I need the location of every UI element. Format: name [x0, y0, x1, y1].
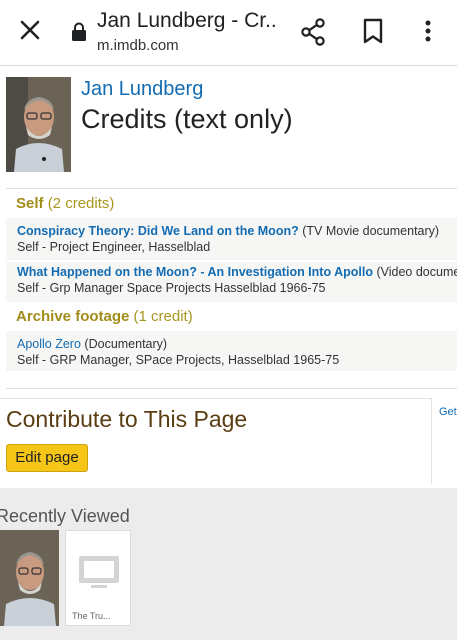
- recently-viewed-heading: Recently Viewed: [0, 506, 130, 526]
- divider: [6, 388, 457, 389]
- divider: [6, 188, 457, 189]
- credit-count: (2 credits): [47, 195, 115, 212]
- side-panel: Getting Started: [431, 398, 457, 484]
- getting-started-link[interactable]: Getting Started: [439, 406, 457, 418]
- credit-title-link[interactable]: Apollo Zero: [17, 337, 81, 351]
- close-icon[interactable]: [16, 16, 44, 44]
- edit-page-button[interactable]: Edit page: [6, 444, 88, 472]
- tab-title: Jan Lundberg - Cr...: [97, 9, 277, 32]
- browser-toolbar: Jan Lundberg - Cr... m.imdb.com: [0, 0, 457, 66]
- credit-role: Self - Project Engineer, Hasselblad: [17, 240, 211, 254]
- credit-type: (TV Movie documentary): [302, 224, 440, 238]
- section-label: Archive footage: [16, 308, 130, 325]
- person-photo[interactable]: [6, 77, 71, 172]
- credit-title-link[interactable]: What Happened on the Moon? - An Investig…: [17, 265, 373, 279]
- credit-count: (1 credit): [133, 308, 193, 325]
- contribute-heading: Contribute to This Page: [6, 406, 248, 432]
- section-heading-archive-footage: Archive footage (1 credit): [6, 303, 457, 330]
- credit-type: (Documentary): [84, 337, 168, 351]
- share-icon[interactable]: [300, 18, 326, 46]
- credit-row: Apollo Zero (Documentary) Self - GRP Man…: [6, 331, 457, 371]
- section-label: Self: [16, 195, 44, 212]
- tv-placeholder-icon: [79, 556, 119, 588]
- page-title: Credits (text only): [81, 104, 293, 134]
- recently-viewed-person[interactable]: [0, 530, 59, 626]
- lock-icon: [72, 22, 86, 41]
- credit-role: Self - GRP Manager, SPace Projects, Hass…: [17, 353, 340, 367]
- person-name-link[interactable]: Jan Lundberg: [81, 78, 203, 101]
- recently-viewed-title-label: The Tru...: [72, 611, 111, 621]
- url-display[interactable]: m.imdb.com: [97, 37, 179, 54]
- section-heading-self: Self (2 credits): [6, 190, 457, 217]
- credit-row: Conspiracy Theory: Did We Land on the Mo…: [6, 218, 457, 260]
- credit-title-link[interactable]: Conspiracy Theory: Did We Land on the Mo…: [17, 224, 299, 238]
- recently-viewed-title[interactable]: The Tru...: [65, 530, 131, 626]
- credit-type: (Video documentary): [376, 265, 457, 279]
- bookmark-icon[interactable]: [362, 18, 384, 44]
- credit-row: What Happened on the Moon? - An Investig…: [6, 262, 457, 302]
- credit-role: Self - Grp Manager Space Projects Hassel…: [17, 281, 326, 295]
- more-vert-icon[interactable]: [418, 18, 438, 44]
